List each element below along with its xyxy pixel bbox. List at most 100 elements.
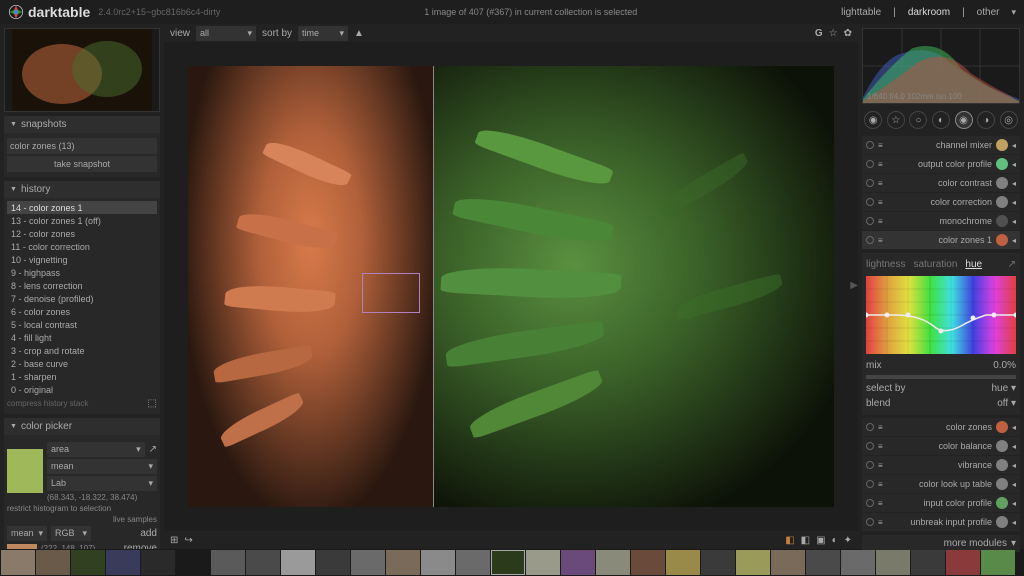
module-power-icon[interactable] xyxy=(866,179,874,187)
sample-mean-select[interactable]: mean xyxy=(7,526,47,541)
multi-instance-icon[interactable]: ≡ xyxy=(878,198,883,207)
eyedropper-icon[interactable]: ↗ xyxy=(1008,259,1016,270)
multi-instance-icon[interactable]: ≡ xyxy=(878,160,883,169)
blend-value[interactable]: off ▾ xyxy=(997,398,1016,409)
reset-icon[interactable]: ◂ xyxy=(1012,217,1016,226)
remove-sample-button[interactable]: remove xyxy=(124,543,157,549)
view-darkroom[interactable]: darkroom xyxy=(908,7,950,18)
gear-icon[interactable]: ✿ xyxy=(844,28,852,39)
snapshot-split-line[interactable] xyxy=(433,66,434,507)
picker-mean-select[interactable]: mean xyxy=(47,459,157,474)
module-power-icon[interactable] xyxy=(866,499,874,507)
color-curve-editor[interactable] xyxy=(866,276,1016,354)
tab-basic[interactable]: ○ xyxy=(909,111,927,129)
picker-lab-select[interactable]: Lab xyxy=(47,476,157,491)
snapshots-header[interactable]: snapshots xyxy=(4,116,160,133)
overexposed-icon[interactable]: ◧ xyxy=(785,535,794,546)
reset-icon[interactable]: ◂ xyxy=(1012,442,1016,451)
tab-tone[interactable]: ◐ xyxy=(932,111,950,129)
reset-icon[interactable]: ◂ xyxy=(1012,499,1016,508)
filmstrip-thumb[interactable] xyxy=(701,550,735,575)
history-item[interactable]: 4 - fill light xyxy=(7,331,157,344)
reset-icon[interactable]: ◂ xyxy=(1012,518,1016,527)
tab-color[interactable]: ◉ xyxy=(955,111,973,129)
snapshot-item[interactable]: color zones (13) xyxy=(7,138,157,154)
filmstrip[interactable] xyxy=(0,549,1024,576)
filmstrip-thumb[interactable] xyxy=(421,550,455,575)
filmstrip-thumb[interactable] xyxy=(596,550,630,575)
module-power-icon[interactable] xyxy=(866,423,874,431)
module-power-icon[interactable] xyxy=(866,461,874,469)
multi-instance-icon[interactable]: ≡ xyxy=(878,141,883,150)
module-color-zones-1[interactable]: ≡color zones 1◂ xyxy=(862,231,1020,249)
module-power-icon[interactable] xyxy=(866,160,874,168)
multi-instance-icon[interactable]: ≡ xyxy=(878,179,883,188)
module-output-color-profile[interactable]: ≡output color profile◂ xyxy=(862,155,1020,173)
tab-effect[interactable]: ◎ xyxy=(1000,111,1018,129)
tab-correction[interactable]: ◑ xyxy=(977,111,995,129)
reset-icon[interactable]: ◂ xyxy=(1012,236,1016,245)
filmstrip-thumb[interactable] xyxy=(36,550,70,575)
select-by-value[interactable]: hue ▾ xyxy=(992,383,1017,394)
filmstrip-thumb[interactable] xyxy=(981,550,1015,575)
history-item[interactable]: 13 - color zones 1 (off) xyxy=(7,214,157,227)
module-monochrome[interactable]: ≡monochrome◂ xyxy=(862,212,1020,230)
history-item[interactable]: 14 - color zones 1 xyxy=(7,201,157,214)
reset-icon[interactable]: ◂ xyxy=(1012,461,1016,470)
tab-lightness[interactable]: lightness xyxy=(866,259,905,270)
view-lighttable[interactable]: lighttable xyxy=(841,7,881,18)
export-icon[interactable]: ↪ xyxy=(184,535,192,546)
history-item[interactable]: 1 - sharpen xyxy=(7,370,157,383)
reset-icon[interactable]: ◂ xyxy=(1012,141,1016,150)
filmstrip-thumb[interactable] xyxy=(561,550,595,575)
filmstrip-thumb[interactable] xyxy=(386,550,420,575)
tab-active-modules[interactable]: ◉ xyxy=(864,111,882,129)
tab-favorites[interactable]: ☆ xyxy=(887,111,905,129)
module-power-icon[interactable] xyxy=(866,480,874,488)
tab-hue[interactable]: hue xyxy=(965,259,982,270)
history-item[interactable]: 10 - vignetting xyxy=(7,253,157,266)
filmstrip-thumb[interactable] xyxy=(281,550,315,575)
reset-icon[interactable]: ◂ xyxy=(1012,480,1016,489)
filmstrip-thumb[interactable] xyxy=(736,550,770,575)
module-channel-mixer[interactable]: ≡channel mixer◂ xyxy=(862,136,1020,154)
picker-selection-rect[interactable] xyxy=(362,273,420,313)
module-power-icon[interactable] xyxy=(866,236,874,244)
filmstrip-thumb[interactable] xyxy=(176,550,210,575)
tab-saturation[interactable]: saturation xyxy=(913,259,957,270)
module-power-icon[interactable] xyxy=(866,141,874,149)
view-filter-select[interactable]: all xyxy=(196,26,256,41)
histogram[interactable]: 1/640 f/4.0 102mm iso 100 xyxy=(862,28,1020,104)
filmstrip-thumb[interactable] xyxy=(1,550,35,575)
history-item[interactable]: 8 - lens correction xyxy=(7,279,157,292)
star-icon[interactable]: ☆ xyxy=(829,28,838,39)
filmstrip-thumb[interactable] xyxy=(211,550,245,575)
reset-icon[interactable]: ◂ xyxy=(1012,423,1016,432)
module-color-contrast[interactable]: ≡color contrast◂ xyxy=(862,174,1020,192)
reset-icon[interactable]: ◂ xyxy=(1012,198,1016,207)
filmstrip-thumb[interactable] xyxy=(946,550,980,575)
filmstrip-thumb[interactable] xyxy=(666,550,700,575)
history-item[interactable]: 12 - color zones xyxy=(7,227,157,240)
underexposed-icon[interactable]: ◧ xyxy=(801,535,810,546)
sample-rgb-select[interactable]: RGB xyxy=(51,526,91,541)
filmstrip-thumb[interactable] xyxy=(911,550,945,575)
multi-instance-icon[interactable]: ≡ xyxy=(878,236,883,245)
history-item[interactable]: 7 - denoise (profiled) xyxy=(7,292,157,305)
eyedropper-icon[interactable]: ↗ xyxy=(149,444,157,455)
history-item[interactable]: 2 - base curve xyxy=(7,357,157,370)
history-item[interactable]: 6 - color zones xyxy=(7,305,157,318)
module-unbreak-input-profile[interactable]: ≡unbreak input profile◂ xyxy=(862,513,1020,531)
filmstrip-thumb[interactable] xyxy=(631,550,665,575)
edited-image[interactable] xyxy=(188,66,834,507)
filmstrip-thumb[interactable] xyxy=(771,550,805,575)
quick-access-icon[interactable]: ⊞ xyxy=(170,535,178,546)
history-item[interactable]: 11 - color correction xyxy=(7,240,157,253)
filmstrip-thumb[interactable] xyxy=(526,550,560,575)
filmstrip-thumb[interactable] xyxy=(246,550,280,575)
picker-area-select[interactable]: area xyxy=(47,442,145,457)
history-item[interactable]: 3 - crop and rotate xyxy=(7,344,157,357)
module-power-icon[interactable] xyxy=(866,442,874,450)
add-sample-button[interactable]: add xyxy=(140,528,157,539)
multi-instance-icon[interactable]: ≡ xyxy=(878,480,883,489)
